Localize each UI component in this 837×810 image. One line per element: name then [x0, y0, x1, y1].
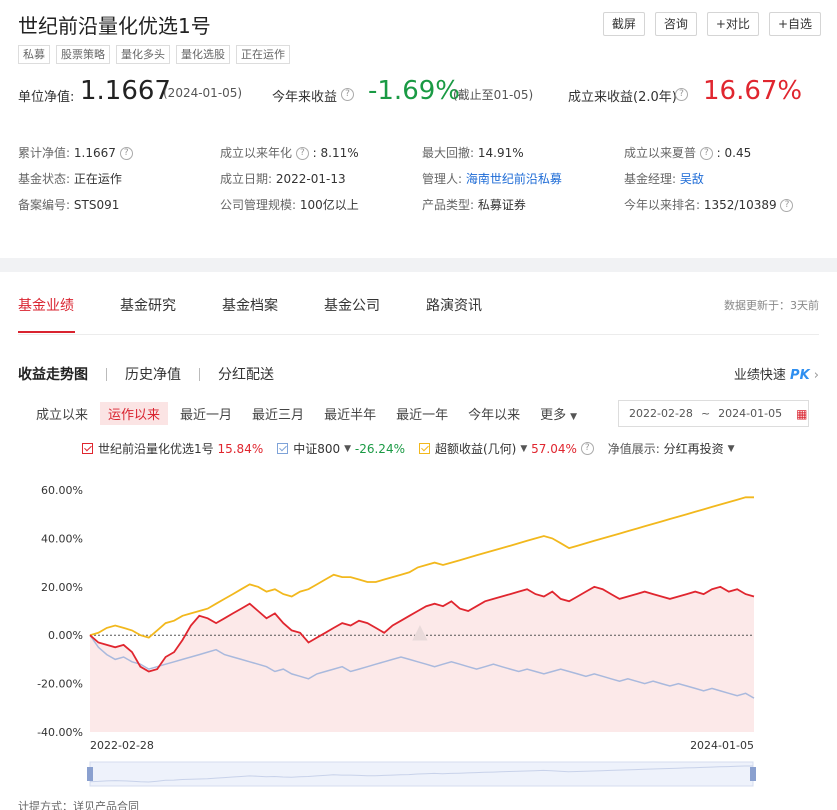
tab-archive[interactable]: 基金档案: [222, 295, 278, 315]
y-tick-label: 40.00%: [41, 532, 83, 545]
detail-product-type: 产品类型: 私募证券: [422, 198, 526, 212]
add-watchlist-button[interactable]: +自选: [768, 12, 821, 36]
period-more-dropdown[interactable]: 更多 ▼: [532, 402, 585, 425]
help-icon[interactable]: ?: [580, 442, 594, 455]
caret-down-icon: ▼: [520, 443, 528, 454]
period-since-inception[interactable]: 成立以来: [28, 402, 96, 425]
tag: 量化选股: [176, 45, 230, 64]
compare-button[interactable]: +对比: [706, 12, 759, 36]
consult-button[interactable]: 咨询: [654, 12, 697, 36]
fund-manager-link[interactable]: 吴敌: [680, 172, 704, 186]
ytd-label: 今年来收益: [272, 90, 338, 105]
tag: 股票策略: [56, 45, 110, 64]
footer-note: 计提方式：详见产品合同: [18, 800, 139, 810]
update-note: 数据更新于：3天前: [724, 299, 819, 312]
detail-max-drawdown: 最大回撤: 14.91%: [422, 146, 524, 160]
calendar-icon[interactable]: ▦: [796, 407, 807, 421]
main-tabs: 基金业绩 基金研究 基金档案 基金公司 路演资讯: [18, 295, 528, 315]
checkbox-icon: [418, 443, 430, 454]
ytd-note: (截止至01-05): [453, 88, 534, 102]
detail-ytd-rank: 今年以来排名: 1352/10389 ?: [624, 196, 794, 213]
manager-company-link[interactable]: 海南世纪前沿私募: [466, 172, 562, 186]
detail-fund-manager: 基金经理: 吴敌: [624, 172, 704, 186]
help-icon[interactable]: ?: [341, 88, 354, 101]
y-tick-label: 0.00%: [48, 629, 83, 642]
nav-display-select[interactable]: 净值展示: 分红再投资 ▼: [608, 440, 735, 457]
chart-legend: 世纪前沿量化优选1号 15.84% 中证800 ▼ -26.24% 超额收益(几何…: [82, 440, 749, 457]
detail-status: 基金状态: 正在运作: [18, 172, 122, 186]
legend-fund[interactable]: 世纪前沿量化优选1号 15.84%: [82, 440, 263, 457]
caret-down-icon: ▼: [570, 412, 578, 422]
chart-subtabs: 收益走势图 历史净值 分红配送: [18, 364, 274, 384]
date-end: 2024-01-05: [718, 407, 783, 420]
detail-inception: 成立日期: 2022-01-13: [220, 172, 346, 186]
tag: 私募: [18, 45, 50, 64]
help-icon[interactable]: ?: [699, 147, 713, 160]
detail-sharpe: 成立以来夏普 ? : 0.45: [624, 146, 752, 160]
period-since-operation[interactable]: 运作以来: [100, 402, 169, 425]
active-tab-indicator: [18, 331, 75, 333]
divider: [106, 367, 107, 381]
y-tick-label: 60.00%: [41, 484, 83, 497]
return-chart: 60.00%40.00%20.00%0.00%-20.00%-40.00% ▲ …: [37, 484, 756, 787]
help-icon[interactable]: ?: [295, 147, 309, 160]
help-icon[interactable]: ?: [119, 147, 133, 160]
top-actions: 截屏 咨询 +对比 +自选: [602, 12, 821, 36]
screenshot-button[interactable]: 截屏: [602, 12, 645, 36]
period-1y[interactable]: 最近一年: [388, 402, 456, 425]
detail-manager-company: 管理人: 海南世纪前沿私募: [422, 172, 562, 186]
period-3m[interactable]: 最近三月: [244, 402, 312, 425]
help-icon[interactable]: ?: [675, 88, 688, 101]
period-ytd[interactable]: 今年以来: [460, 402, 528, 425]
checkbox-icon: [82, 443, 93, 454]
subtab-return-trend[interactable]: 收益走势图: [18, 364, 88, 384]
since-label: 成立来收益(2.0年): [568, 90, 677, 105]
section-divider: [0, 258, 837, 272]
tab-research[interactable]: 基金研究: [120, 295, 176, 315]
legend-excess[interactable]: 超额收益(几何) ▼ 57.04% ?: [418, 440, 594, 457]
checkbox-icon: [277, 443, 289, 454]
period-6m[interactable]: 最近半年: [316, 402, 384, 425]
tab-company[interactable]: 基金公司: [324, 295, 380, 315]
divider: [199, 367, 200, 381]
caret-down-icon: ▼: [727, 443, 735, 454]
detail-registration: 备案编号: STS091: [18, 198, 120, 212]
y-axis: 60.00% 40.00% 20.00% 0.00% -20.00% -40.00%: [37, 484, 83, 739]
tab-roadshow[interactable]: 路演资讯: [426, 295, 482, 315]
fund-title: 世纪前沿量化优选1号: [18, 14, 211, 38]
tag: 正在运作: [236, 45, 290, 64]
tab-performance[interactable]: 基金业绩: [18, 295, 74, 315]
nav-value: 1.1667: [80, 76, 171, 106]
navigator-right-handle[interactable]: [750, 767, 756, 781]
date-range-picker[interactable]: 2022-02-28 ~ 2024-01-05 ▦: [618, 400, 809, 427]
detail-company-aum: 公司管理规模: 100亿以上: [220, 198, 359, 212]
caret-down-icon: ▼: [344, 443, 352, 454]
period-1m[interactable]: 最近一月: [172, 402, 240, 425]
date-start: 2022-02-28: [629, 407, 693, 420]
watermark: ▲: [412, 619, 428, 643]
since-value: 16.67%: [703, 76, 803, 106]
ytd-value: -1.69%: [368, 76, 460, 106]
tag: 量化多头: [116, 45, 170, 64]
date-sep: ~: [700, 407, 711, 420]
y-tick-label: -40.00%: [37, 726, 83, 739]
detail-cum-nav: 累计净值: 1.1667 ?: [18, 144, 133, 161]
x-tick-label: 2022-02-28: [90, 739, 154, 752]
detail-annualized: 成立以来年化 ? : 8.11%: [220, 146, 359, 160]
fund-tags: 私募 股票策略 量化多头 量化选股 正在运作: [18, 45, 290, 64]
navigator-left-handle[interactable]: [87, 767, 93, 781]
nav-label: 单位净值:: [18, 90, 75, 105]
tabs-divider: [18, 334, 819, 335]
period-selector: 成立以来 运作以来 最近一月 最近三月 最近半年 最近一年 今年以来 更多 ▼: [28, 402, 589, 425]
subtab-history-nav[interactable]: 历史净值: [125, 364, 181, 384]
x-tick-label: 2024-01-05: [690, 739, 754, 752]
legend-benchmark[interactable]: 中证800 ▼ -26.24%: [277, 440, 405, 457]
y-tick-label: 20.00%: [41, 581, 83, 594]
help-icon[interactable]: ?: [780, 199, 794, 212]
quick-pk-link[interactable]: 业绩快速 PK ›: [734, 364, 819, 383]
nav-date: (2024-01-05): [163, 86, 243, 100]
subtab-dividends[interactable]: 分红配送: [218, 364, 274, 384]
y-tick-label: -20.00%: [37, 678, 83, 691]
